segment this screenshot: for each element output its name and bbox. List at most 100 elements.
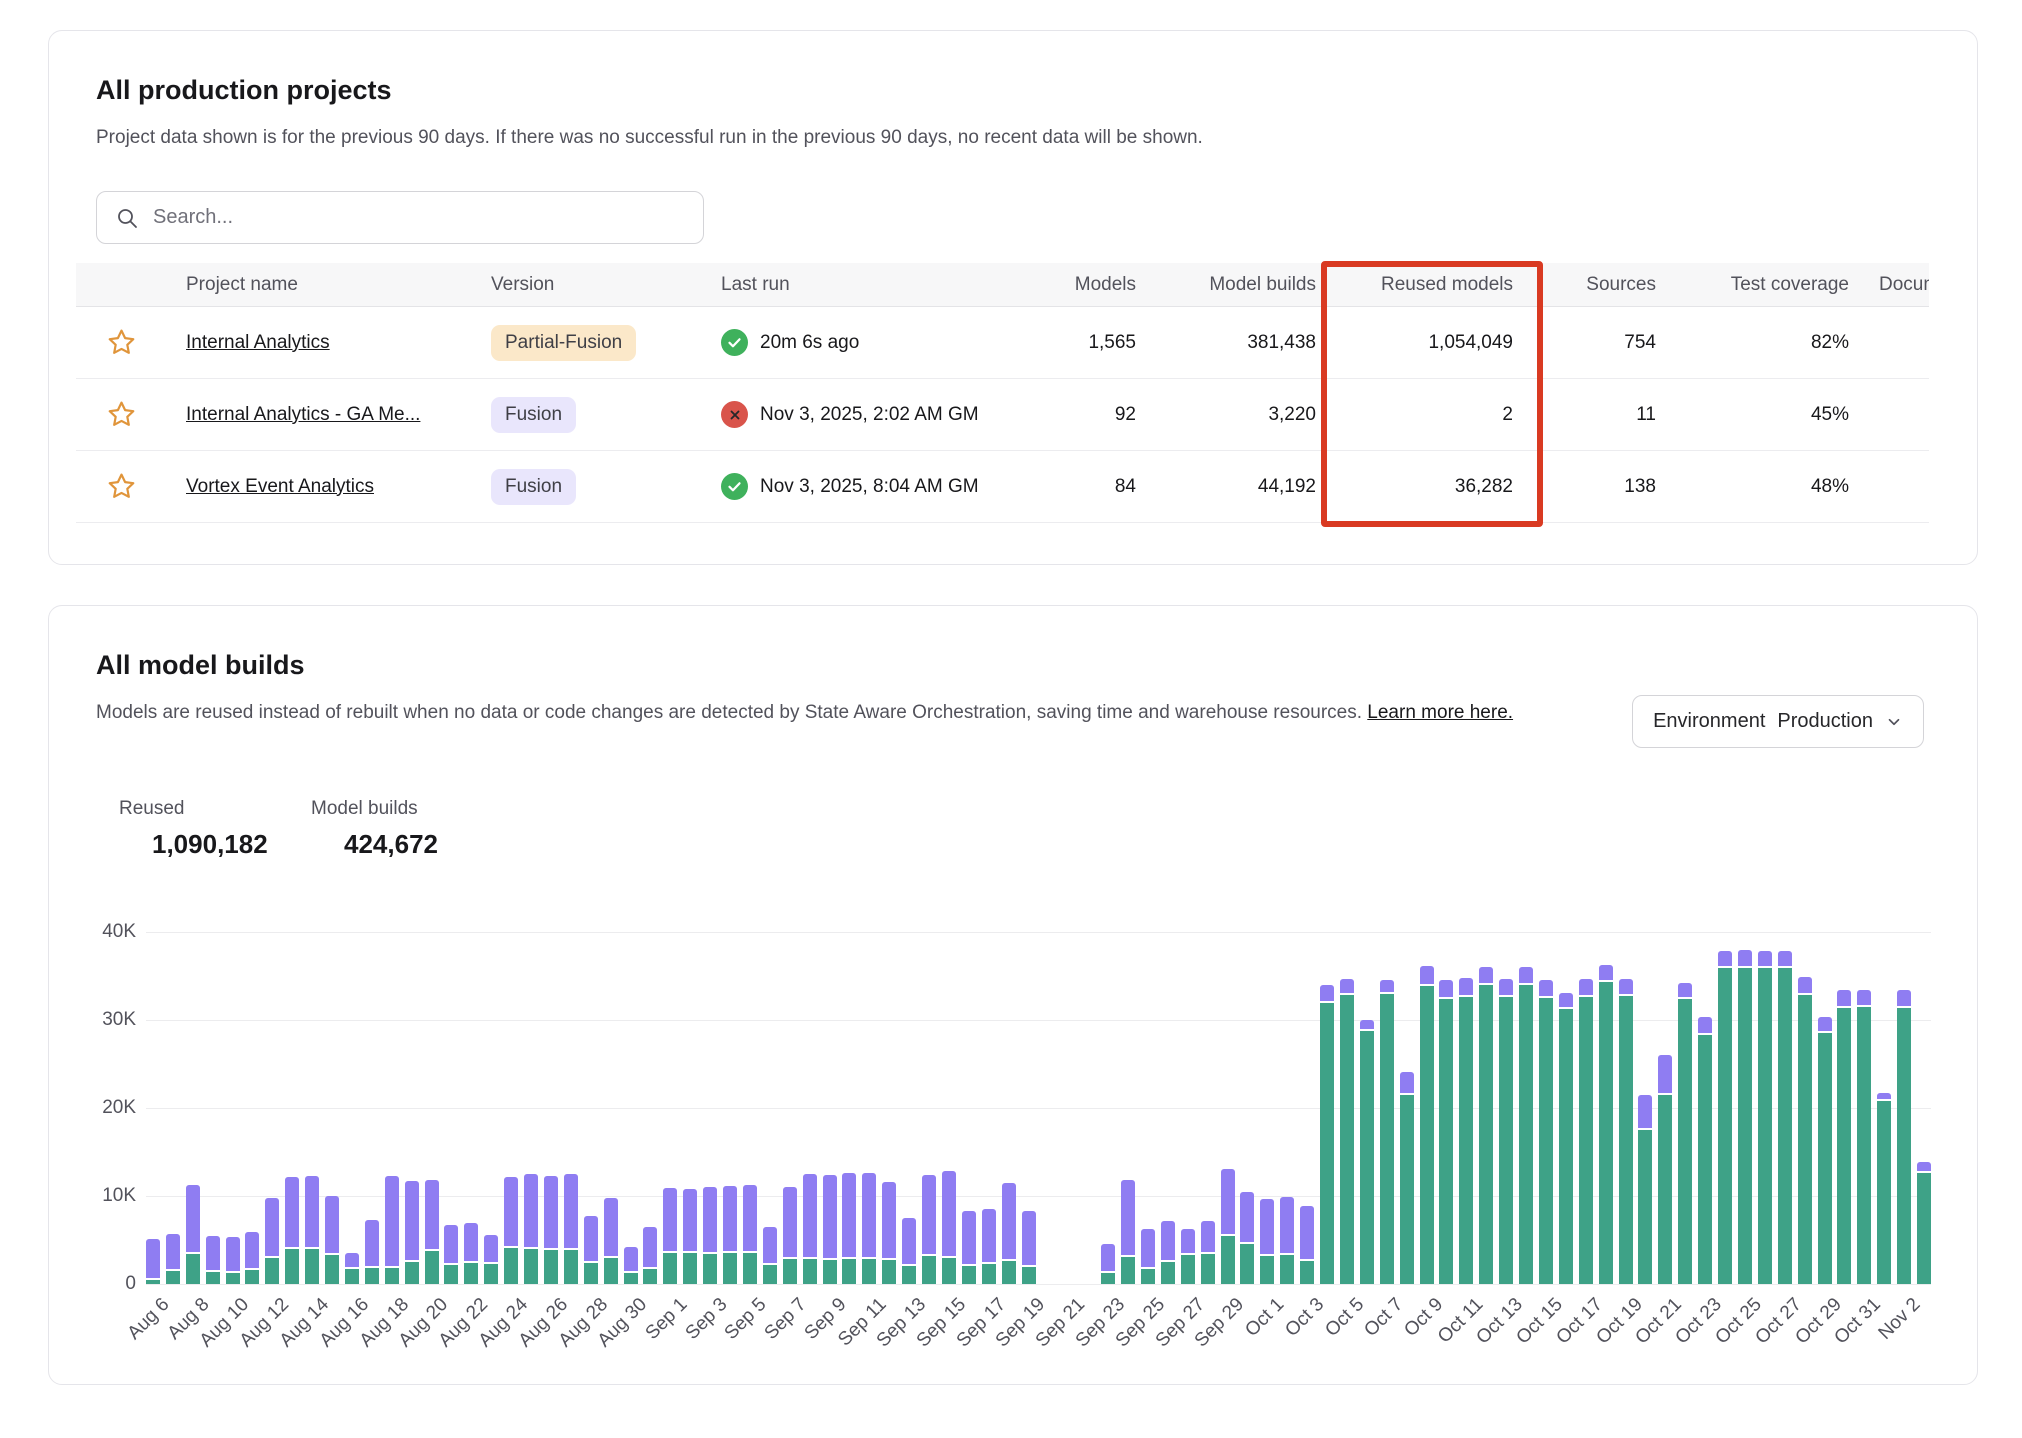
bar-builds-segment: [504, 1177, 518, 1248]
favorite-star-button[interactable]: [76, 471, 166, 502]
bar-builds-segment: [643, 1227, 657, 1269]
x-axis-label: Sep 3: [681, 1294, 732, 1345]
bar-reused-segment: [942, 1258, 956, 1284]
bar-builds-segment: [564, 1174, 578, 1250]
error-status-icon: [721, 401, 748, 428]
builds-card-title: All model builds: [96, 650, 305, 681]
bar-reused-segment: [1439, 999, 1453, 1284]
project-name-link[interactable]: Internal Analytics - GA Me...: [186, 404, 420, 425]
bar: [484, 932, 498, 1284]
bar-builds-segment: [365, 1220, 379, 1268]
bar-builds-segment: [1141, 1229, 1155, 1269]
bar-reused-segment: [365, 1268, 379, 1284]
table-row: Internal Analytics - GA Me...FusionNov 3…: [76, 379, 1929, 451]
bar-reused-segment: [723, 1253, 737, 1284]
learn-more-link[interactable]: Learn more here.: [1367, 702, 1513, 723]
bar-reused-segment: [842, 1259, 856, 1284]
reused-models-cell: 1,054,049: [1316, 332, 1513, 354]
bar-builds-segment: [484, 1235, 498, 1264]
header-models: Models: [1031, 274, 1136, 296]
bar-builds-segment: [166, 1234, 180, 1271]
bar: [643, 932, 657, 1284]
bar: [1698, 932, 1712, 1284]
bar-builds-segment: [1260, 1199, 1274, 1256]
bar: [1818, 932, 1832, 1284]
projects-table-body: Internal AnalyticsPartial-Fusion20m 6s a…: [76, 307, 1929, 523]
favorite-star-button[interactable]: [76, 327, 166, 358]
x-axis-label: Nov 2: [1875, 1294, 1926, 1345]
bar-reused-segment: [425, 1251, 439, 1284]
search-box[interactable]: [96, 191, 704, 244]
bar-reused-segment: [1499, 997, 1513, 1284]
bar-builds-segment: [1280, 1197, 1294, 1255]
header-last-run: Last run: [701, 274, 1031, 296]
bar-builds-segment: [1778, 951, 1792, 968]
bar: [444, 932, 458, 1284]
bar: [1479, 932, 1493, 1284]
bar-reused-segment: [1877, 1101, 1891, 1284]
environment-select[interactable]: Environment Production: [1632, 695, 1924, 748]
bar-reused-segment: [186, 1254, 200, 1284]
header-test-coverage: Test coverage: [1656, 274, 1849, 296]
y-axis-label: 0: [69, 1273, 136, 1295]
bar-builds-segment: [1499, 979, 1513, 997]
bar-reused-segment: [982, 1264, 996, 1284]
success-status-icon: [721, 329, 748, 356]
bar-reused-segment: [1320, 1003, 1334, 1284]
bar: [1897, 932, 1911, 1284]
bar: [942, 932, 956, 1284]
y-axis-label: 40K: [69, 921, 136, 943]
bar: [803, 932, 817, 1284]
bar-reused-segment: [624, 1273, 638, 1284]
version-badge: Partial-Fusion: [491, 325, 636, 361]
bar: [1141, 932, 1155, 1284]
bar-builds-segment: [1400, 1072, 1414, 1095]
models-cell: 1,565: [1031, 332, 1136, 354]
bar-reused-segment: [1559, 1009, 1573, 1284]
bar: [1002, 932, 1016, 1284]
bar-reused-segment: [743, 1253, 757, 1284]
bar-reused-segment: [285, 1249, 299, 1284]
bar-reused-segment: [1380, 994, 1394, 1284]
bar: [1320, 932, 1334, 1284]
bar-builds-segment: [146, 1239, 160, 1280]
bar-reused-segment: [1002, 1261, 1016, 1284]
bar: [962, 932, 976, 1284]
bar: [345, 932, 359, 1284]
bar: [405, 932, 419, 1284]
favorite-star-button[interactable]: [76, 399, 166, 430]
bar-builds-segment: [783, 1187, 797, 1259]
bar-reused-segment: [1201, 1254, 1215, 1284]
bar-reused-segment: [484, 1264, 498, 1284]
bar: [365, 932, 379, 1284]
bar-reused-segment: [1678, 999, 1692, 1284]
bar-reused-segment: [1161, 1262, 1175, 1284]
bar-builds-segment: [862, 1173, 876, 1259]
sources-cell: 138: [1513, 476, 1656, 498]
bar-builds-segment: [1380, 980, 1394, 994]
search-input[interactable]: [153, 206, 685, 229]
bar-reused-segment: [1340, 995, 1354, 1284]
bar-reused-segment: [1280, 1255, 1294, 1284]
bar-reused-segment: [385, 1268, 399, 1284]
bar: [723, 932, 737, 1284]
bar-builds-segment: [1439, 980, 1453, 999]
project-name-link[interactable]: Vortex Event Analytics: [186, 476, 374, 497]
bar-reused-segment: [245, 1270, 259, 1284]
version-badge: Fusion: [491, 397, 576, 433]
bar: [604, 932, 618, 1284]
x-axis-label: Aug 6: [124, 1294, 175, 1345]
bar-reused-segment: [226, 1273, 240, 1284]
header-reused-models: Reused models: [1316, 274, 1513, 296]
bar-builds-segment: [285, 1177, 299, 1249]
legend-model-builds-label: Model builds: [311, 798, 438, 820]
bar: [245, 932, 259, 1284]
bar-builds-segment: [1519, 967, 1533, 985]
bar-builds-segment: [1678, 983, 1692, 999]
y-axis-label: 10K: [69, 1185, 136, 1207]
bar-builds-segment: [902, 1218, 916, 1266]
bar-builds-segment: [1857, 990, 1871, 1007]
project-name-link[interactable]: Internal Analytics: [186, 332, 330, 353]
bar: [1022, 932, 1036, 1284]
projects-card-title: All production projects: [96, 75, 392, 106]
